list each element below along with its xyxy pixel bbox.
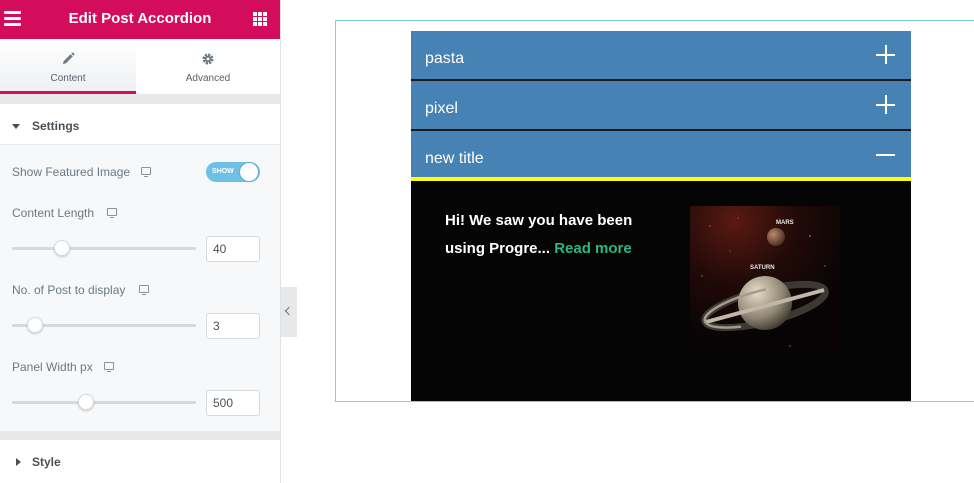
content-length-slider-handle[interactable] bbox=[54, 240, 70, 256]
desktop-monitor-icon[interactable] bbox=[107, 208, 117, 218]
featured-image-toggle[interactable]: SHOW bbox=[206, 162, 260, 182]
content-length-input[interactable]: 40 bbox=[206, 236, 260, 262]
accordion-item-content: Hi! We saw you have been using Progre...… bbox=[411, 181, 911, 401]
widgets-grid-icon[interactable] bbox=[253, 12, 267, 26]
desktop-monitor-icon[interactable] bbox=[104, 362, 114, 372]
tab-advanced-label: Advanced bbox=[185, 73, 231, 84]
panel-width-input[interactable]: 500 bbox=[206, 390, 260, 416]
read-more-link[interactable]: Read more bbox=[554, 240, 632, 257]
panel-width-slider-handle[interactable] bbox=[78, 394, 94, 410]
minus-icon bbox=[876, 154, 895, 156]
content-length-slider[interactable] bbox=[12, 240, 196, 256]
separator bbox=[0, 94, 280, 104]
post-excerpt: Hi! We saw you have been using Progre...… bbox=[445, 207, 655, 263]
toggle-knob bbox=[240, 163, 258, 181]
panel-width-slider[interactable] bbox=[12, 394, 196, 410]
saturn-label: SATURN bbox=[750, 265, 775, 271]
editor-panel: Edit Post Accordion Content Advanced Set… bbox=[0, 0, 281, 483]
panel-width-label: Panel Width px bbox=[12, 360, 93, 374]
desktop-monitor-icon[interactable] bbox=[139, 285, 149, 295]
accordion-item-header[interactable]: pasta bbox=[411, 31, 911, 79]
gear-icon bbox=[202, 53, 214, 65]
posts-count-slider[interactable] bbox=[12, 317, 196, 333]
style-section-title: Style bbox=[32, 455, 61, 469]
accordion-item-title: pasta bbox=[425, 50, 465, 67]
posts-count-input[interactable]: 3 bbox=[206, 313, 260, 339]
content-length-label: Content Length bbox=[12, 206, 95, 220]
caret-down-icon bbox=[12, 124, 20, 129]
panel-title: Edit Post Accordion bbox=[68, 10, 212, 27]
mars-label: MARS bbox=[776, 220, 794, 226]
tab-content-label: Content bbox=[50, 73, 86, 84]
toggle-label: SHOW bbox=[212, 168, 234, 175]
panel-tabs: Content Advanced bbox=[0, 39, 280, 94]
featured-image[interactable]: MARS SATURN bbox=[690, 206, 840, 356]
posts-count-slider-handle[interactable] bbox=[27, 317, 43, 333]
pencil-icon bbox=[63, 52, 75, 64]
plus-icon bbox=[876, 95, 895, 114]
accordion-item-header-active[interactable]: new title bbox=[411, 131, 911, 179]
tab-advanced[interactable]: Advanced bbox=[136, 39, 280, 94]
accordion-item-title: pixel bbox=[425, 100, 458, 117]
accordion-item-header[interactable]: pixel bbox=[411, 81, 911, 129]
featured-image-label: Show Featured Image bbox=[12, 165, 131, 179]
settings-section-header[interactable]: Settings bbox=[0, 104, 280, 149]
desktop-monitor-icon[interactable] bbox=[141, 167, 151, 177]
collapse-panel-handle[interactable] bbox=[281, 287, 297, 337]
caret-right-icon bbox=[16, 458, 21, 466]
style-section-header[interactable]: Style bbox=[0, 440, 280, 483]
tab-content[interactable]: Content bbox=[0, 39, 136, 94]
plus-icon bbox=[876, 45, 895, 64]
panel-header: Edit Post Accordion bbox=[0, 0, 280, 39]
settings-section-title: Settings bbox=[32, 119, 80, 133]
accordion-item-title: new title bbox=[425, 150, 484, 167]
posts-count-label: No. of Post to display bbox=[12, 283, 126, 297]
